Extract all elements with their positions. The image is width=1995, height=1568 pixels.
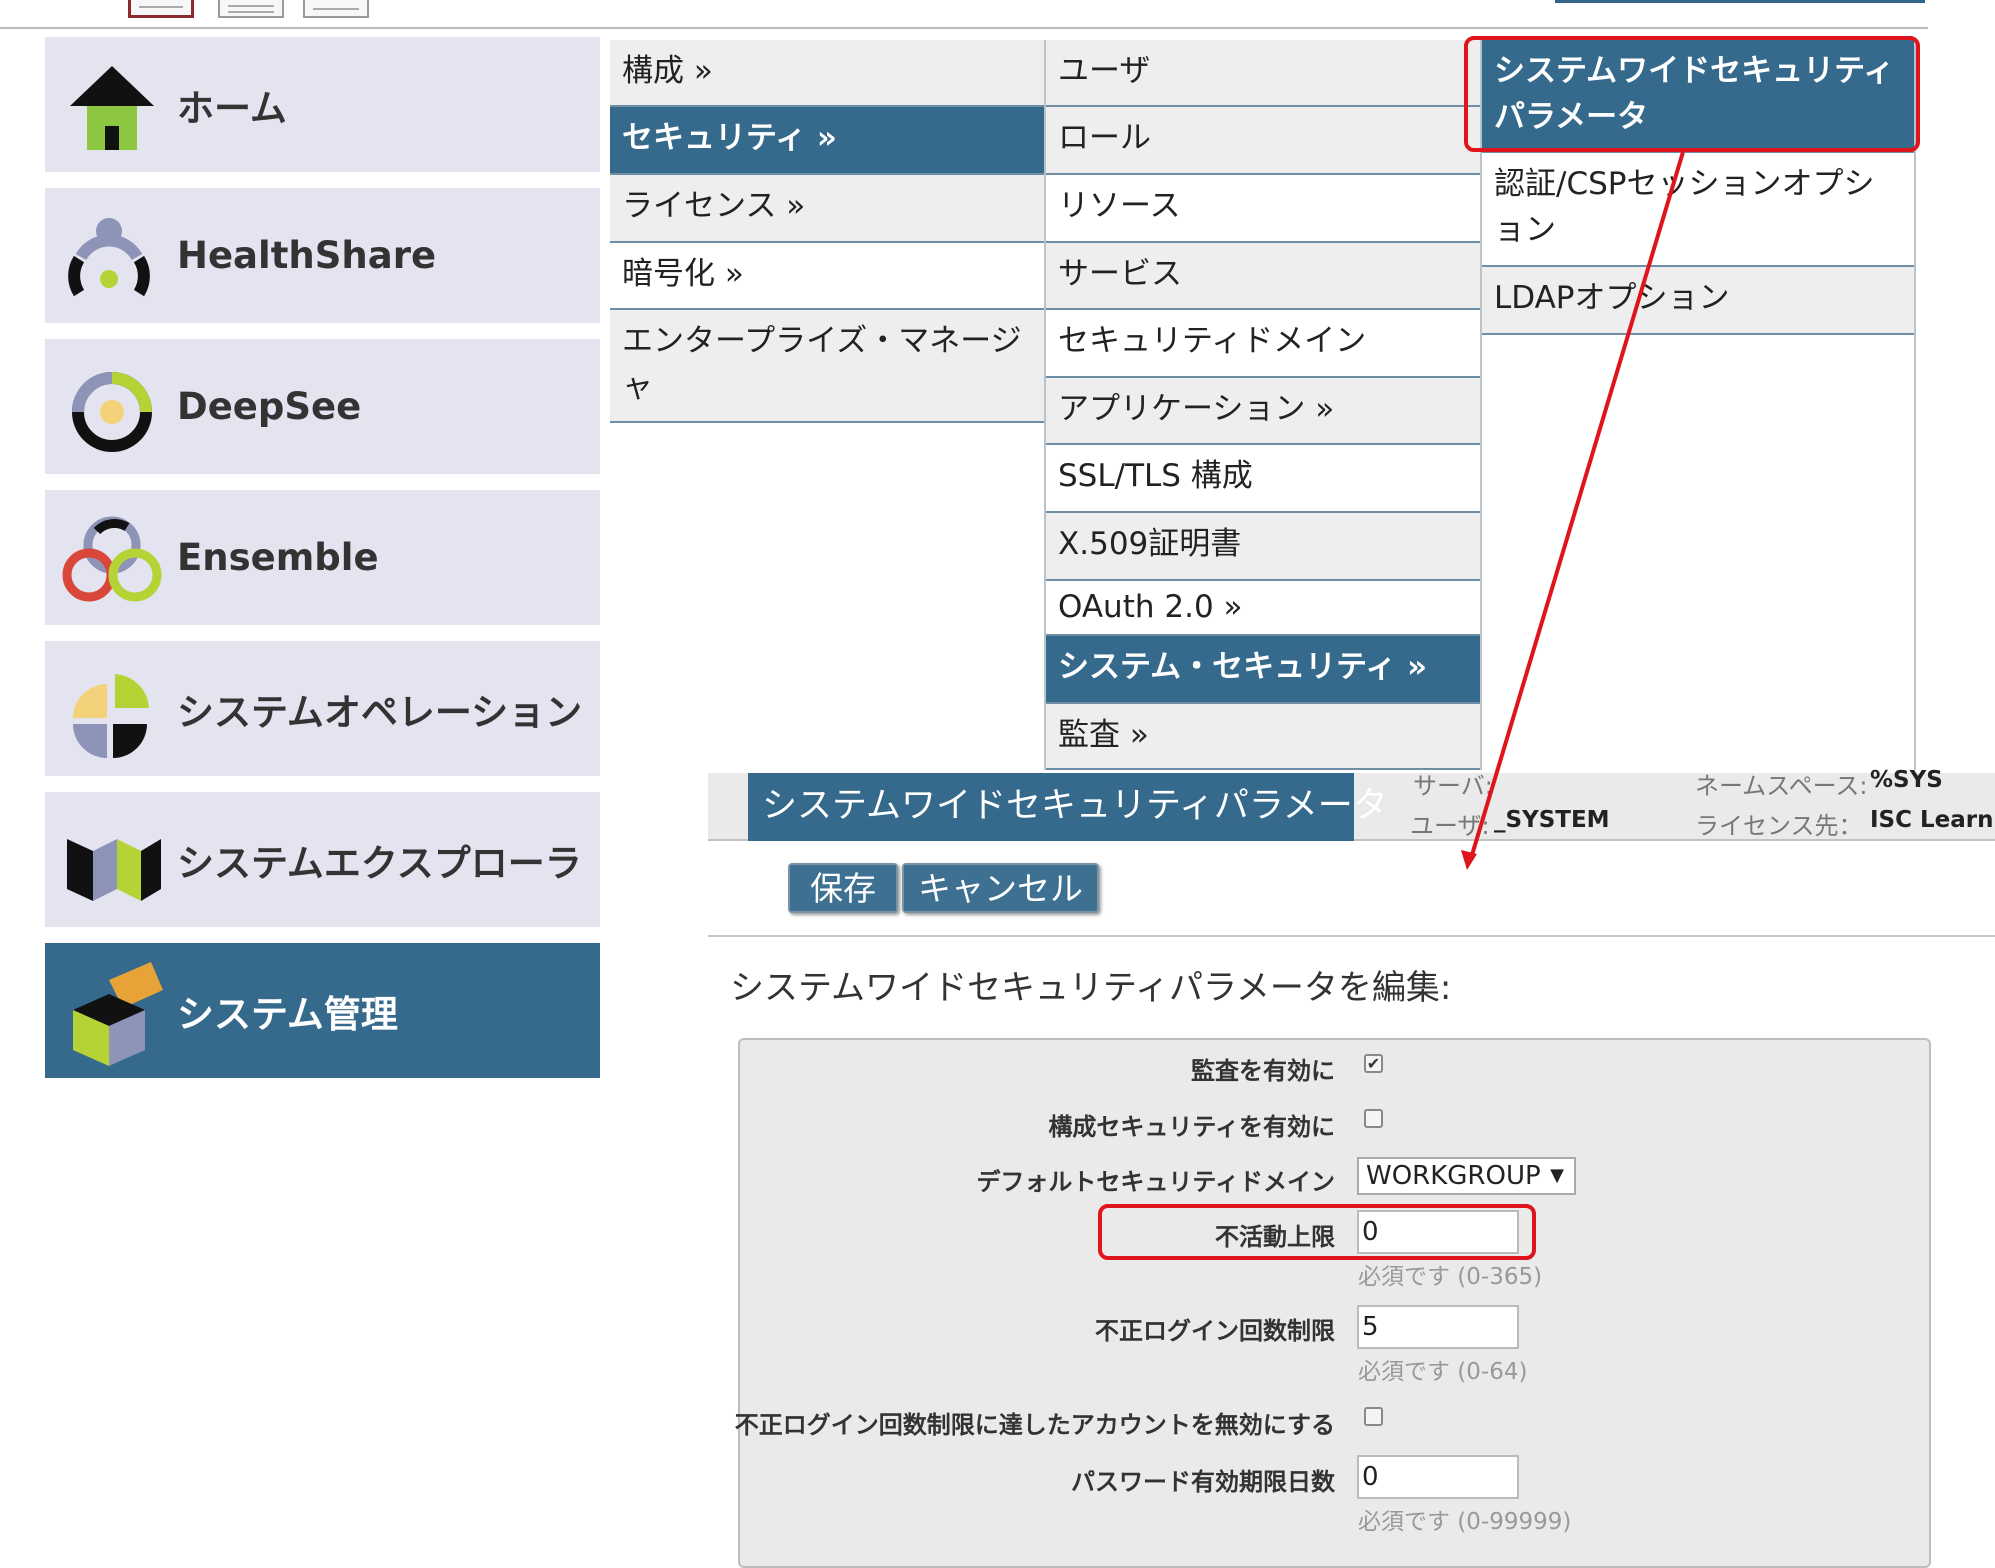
license-value: ISC Learnin bbox=[1870, 807, 1995, 833]
healthshare-icon bbox=[57, 201, 167, 311]
default-domain-value: WORKGROUP bbox=[1366, 1161, 1541, 1191]
menu-item-license[interactable]: ライセンス » bbox=[610, 175, 1044, 243]
invalid-login-hint: 必須です (0-64) bbox=[1358, 1359, 1528, 1385]
password-expire-input[interactable]: 0 bbox=[1357, 1455, 1519, 1499]
menu-item-x509[interactable]: X.509証明書 bbox=[1046, 513, 1480, 581]
menu-item-config[interactable]: 構成 » bbox=[610, 40, 1044, 107]
namespace-value: %SYS bbox=[1870, 767, 1943, 793]
audit-checkbox[interactable]: ✔ bbox=[1364, 1054, 1383, 1073]
disable-account-label: 不正ログイン回数制限に達したアカウントを無効にする bbox=[734, 1411, 1335, 1439]
check-icon: ✔ bbox=[1366, 1054, 1381, 1073]
menu-item-audit[interactable]: 監査 » bbox=[1046, 704, 1480, 770]
nav-tile-label: システムエクスプローラ bbox=[177, 841, 582, 885]
highlight-box-inactive bbox=[1098, 1204, 1536, 1260]
menu-item-security-domains[interactable]: セキュリティドメイン bbox=[1046, 310, 1480, 378]
deepsee-icon bbox=[57, 352, 167, 462]
explorer-icon bbox=[57, 805, 167, 915]
audit-label: 監査を有効に bbox=[1191, 1057, 1335, 1085]
menu-item-encryption[interactable]: 暗号化 » bbox=[610, 243, 1044, 310]
nav-tile-label: DeepSee bbox=[177, 385, 362, 428]
nav-tile-label: ホーム bbox=[177, 86, 287, 130]
nav-tile-system-operation[interactable]: システムオペレーション bbox=[45, 641, 600, 776]
license-label: ライセンス先： bbox=[1695, 812, 1863, 840]
disable-account-checkbox[interactable] bbox=[1364, 1407, 1383, 1426]
menu-item-security[interactable]: セキュリティ » bbox=[610, 107, 1044, 175]
invalid-login-input[interactable]: 5 bbox=[1357, 1305, 1519, 1349]
menu-item-ssl-tls[interactable]: SSL/TLS 構成 bbox=[1046, 445, 1480, 513]
server-label: サーバ: bbox=[1413, 772, 1493, 800]
config-security-checkbox[interactable] bbox=[1364, 1109, 1383, 1128]
menu-item-resources[interactable]: リソース bbox=[1046, 175, 1480, 243]
toolbar-divider bbox=[708, 935, 1995, 937]
menu-item-oauth[interactable]: OAuth 2.0 » bbox=[1046, 581, 1480, 636]
nav-tile-deepsee[interactable]: DeepSee bbox=[45, 339, 600, 474]
menu-item-system-security[interactable]: システム・セキュリティ » bbox=[1046, 636, 1480, 704]
nav-tile-system-admin[interactable]: システム管理 bbox=[45, 943, 600, 1078]
invalid-login-label: 不正ログイン回数制限 bbox=[1095, 1317, 1335, 1345]
nav-tile-label: システムオペレーション bbox=[177, 690, 583, 734]
view-grid-icon[interactable] bbox=[128, 0, 194, 18]
config-security-label: 構成セキュリティを有効に bbox=[1048, 1113, 1335, 1141]
nav-tile-healthshare[interactable]: HealthShare bbox=[45, 188, 600, 323]
nav-tile-label: システム管理 bbox=[177, 992, 398, 1036]
page-title: システムワイドセキュリティパラメータ bbox=[748, 773, 1388, 841]
default-domain-label: デフォルトセキュリティドメイン bbox=[976, 1168, 1335, 1196]
save-button[interactable]: 保存 bbox=[788, 863, 898, 913]
menu-item-applications[interactable]: アプリケーション » bbox=[1046, 378, 1480, 445]
namespace-label: ネームスペース: bbox=[1695, 772, 1868, 800]
nav-tile-ensemble[interactable]: Ensemble bbox=[45, 490, 600, 625]
nav-tile-system-explorer[interactable]: システムエクスプローラ bbox=[45, 792, 600, 927]
highlight-box-menu bbox=[1464, 36, 1920, 152]
inactive-limit-hint: 必須です (0-365) bbox=[1358, 1264, 1543, 1290]
menu-item-users[interactable]: ユーザ bbox=[1046, 40, 1480, 107]
search-box-edge bbox=[1555, 0, 1925, 3]
cube-icon bbox=[57, 956, 167, 1066]
menu-item-roles[interactable]: ロール bbox=[1046, 107, 1480, 175]
top-divider bbox=[0, 27, 1928, 29]
pie-quadrant-icon bbox=[57, 654, 167, 764]
view-columns-icon[interactable] bbox=[303, 0, 369, 18]
password-expire-hint: 必須です (0-99999) bbox=[1358, 1509, 1572, 1535]
ensemble-icon bbox=[57, 503, 167, 613]
view-list-icon[interactable] bbox=[218, 0, 284, 18]
nav-tile-label: Ensemble bbox=[177, 536, 379, 579]
menu-item-ldap-options[interactable]: LDAPオプション bbox=[1482, 267, 1916, 335]
dropdown-arrow-icon: ▼ bbox=[1550, 1165, 1564, 1186]
password-expire-label: パスワード有効期限日数 bbox=[1071, 1468, 1335, 1496]
cancel-button[interactable]: キャンセル bbox=[902, 863, 1099, 913]
default-domain-select[interactable]: WORKGROUP ▼ bbox=[1357, 1157, 1576, 1195]
nav-tile-label: HealthShare bbox=[177, 234, 437, 277]
menu-item-enterprise-manager[interactable]: エンタープライズ・マネージャ bbox=[610, 310, 1044, 423]
form-title: システムワイドセキュリティパラメータを編集: bbox=[730, 968, 1452, 1008]
menu-item-auth-csp-session[interactable]: 認証/CSPセッションオプション bbox=[1482, 153, 1916, 267]
house-icon bbox=[57, 50, 167, 160]
user-value: _SYSTEM bbox=[1494, 807, 1610, 833]
user-label: ユーザ: bbox=[1410, 812, 1490, 840]
nav-tile-home[interactable]: ホーム bbox=[45, 37, 600, 172]
menu-item-services[interactable]: サービス bbox=[1046, 243, 1480, 310]
